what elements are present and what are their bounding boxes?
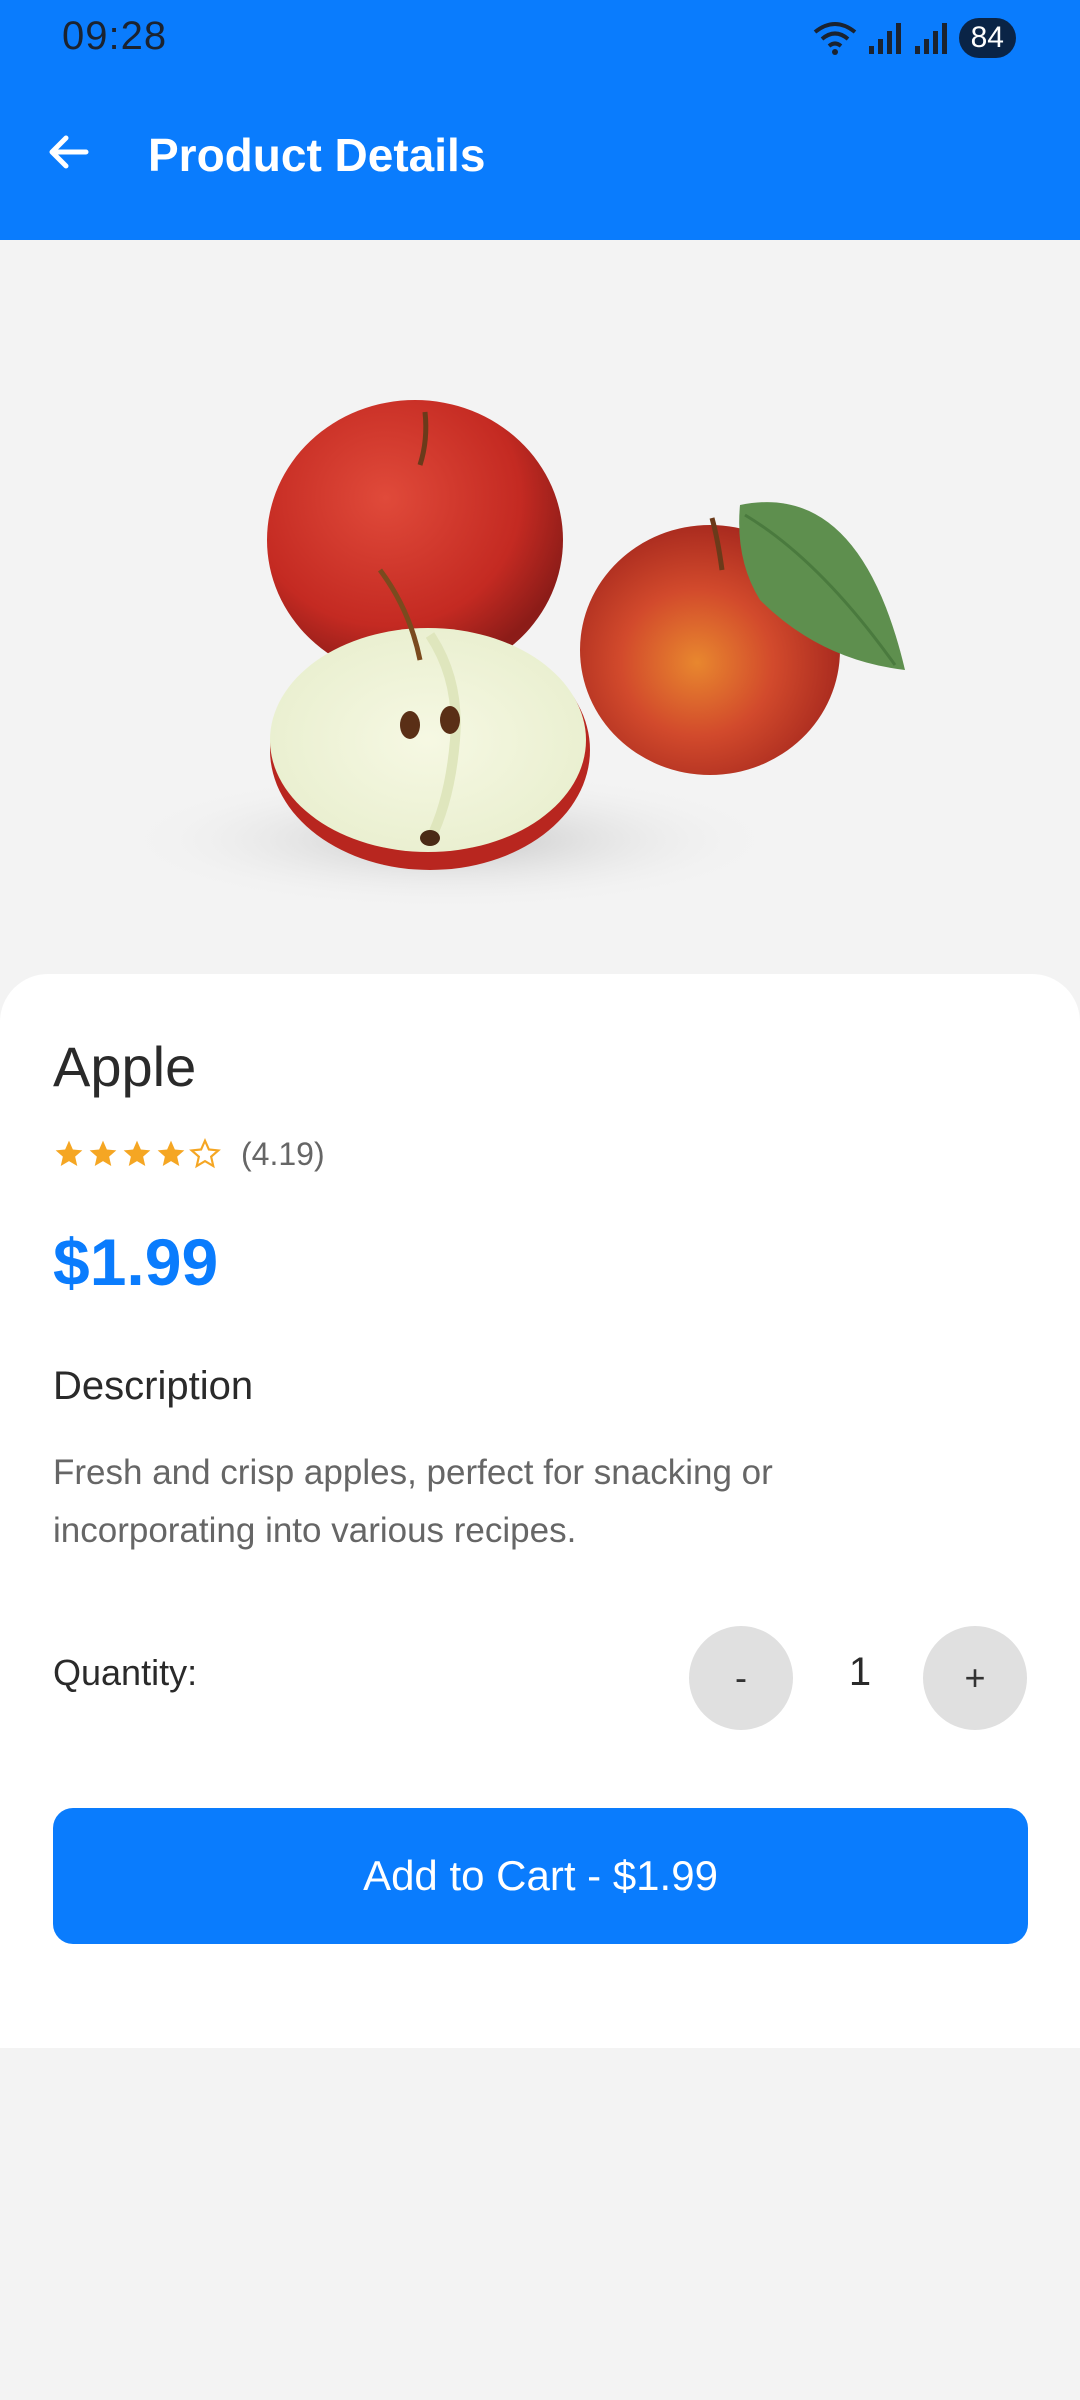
app-bar: 09:28 84 Product Details bbox=[0, 0, 1080, 240]
quantity-value: 1 bbox=[848, 1650, 872, 1694]
star-filled-icon bbox=[157, 1140, 185, 1166]
back-button[interactable] bbox=[36, 120, 100, 184]
signal-icon bbox=[868, 23, 901, 54]
status-icons: 84 bbox=[813, 16, 1016, 60]
star-filled-icon bbox=[55, 1140, 83, 1166]
decrement-button[interactable]: - bbox=[689, 1626, 793, 1730]
product-image bbox=[0, 240, 1080, 980]
description-text: Fresh and crisp apples, perfect for snac… bbox=[53, 1453, 773, 1550]
arrow-left-icon bbox=[49, 135, 89, 169]
status-time: 09:28 bbox=[62, 14, 168, 58]
page-title: Product Details bbox=[148, 129, 486, 181]
description-heading: Description bbox=[53, 1364, 254, 1408]
signal-icon bbox=[914, 23, 947, 54]
battery-indicator: 84 bbox=[958, 18, 1016, 58]
add-to-cart-label: Add to Cart - $1.99 bbox=[363, 1852, 718, 1899]
wifi-icon bbox=[813, 22, 856, 55]
star-rating bbox=[53, 1138, 221, 1170]
product-name: Apple bbox=[53, 1035, 197, 1098]
product-info-card: Apple (4.19) $1.99 Description Fresh and… bbox=[0, 974, 1080, 2048]
star-filled-icon bbox=[123, 1140, 151, 1166]
rating-value: (4.19) bbox=[241, 1135, 325, 1172]
increment-button[interactable]: + bbox=[923, 1626, 1027, 1730]
add-to-cart-button[interactable]: Add to Cart - $1.99 bbox=[53, 1808, 1028, 1944]
star-empty-icon bbox=[189, 1138, 221, 1169]
star-filled-icon bbox=[89, 1140, 117, 1166]
apple-illustration bbox=[120, 400, 905, 910]
rating-row: (4.19) bbox=[53, 1132, 325, 1176]
quantity-label: Quantity: bbox=[53, 1652, 198, 1693]
product-price: $1.99 bbox=[53, 1225, 219, 1299]
